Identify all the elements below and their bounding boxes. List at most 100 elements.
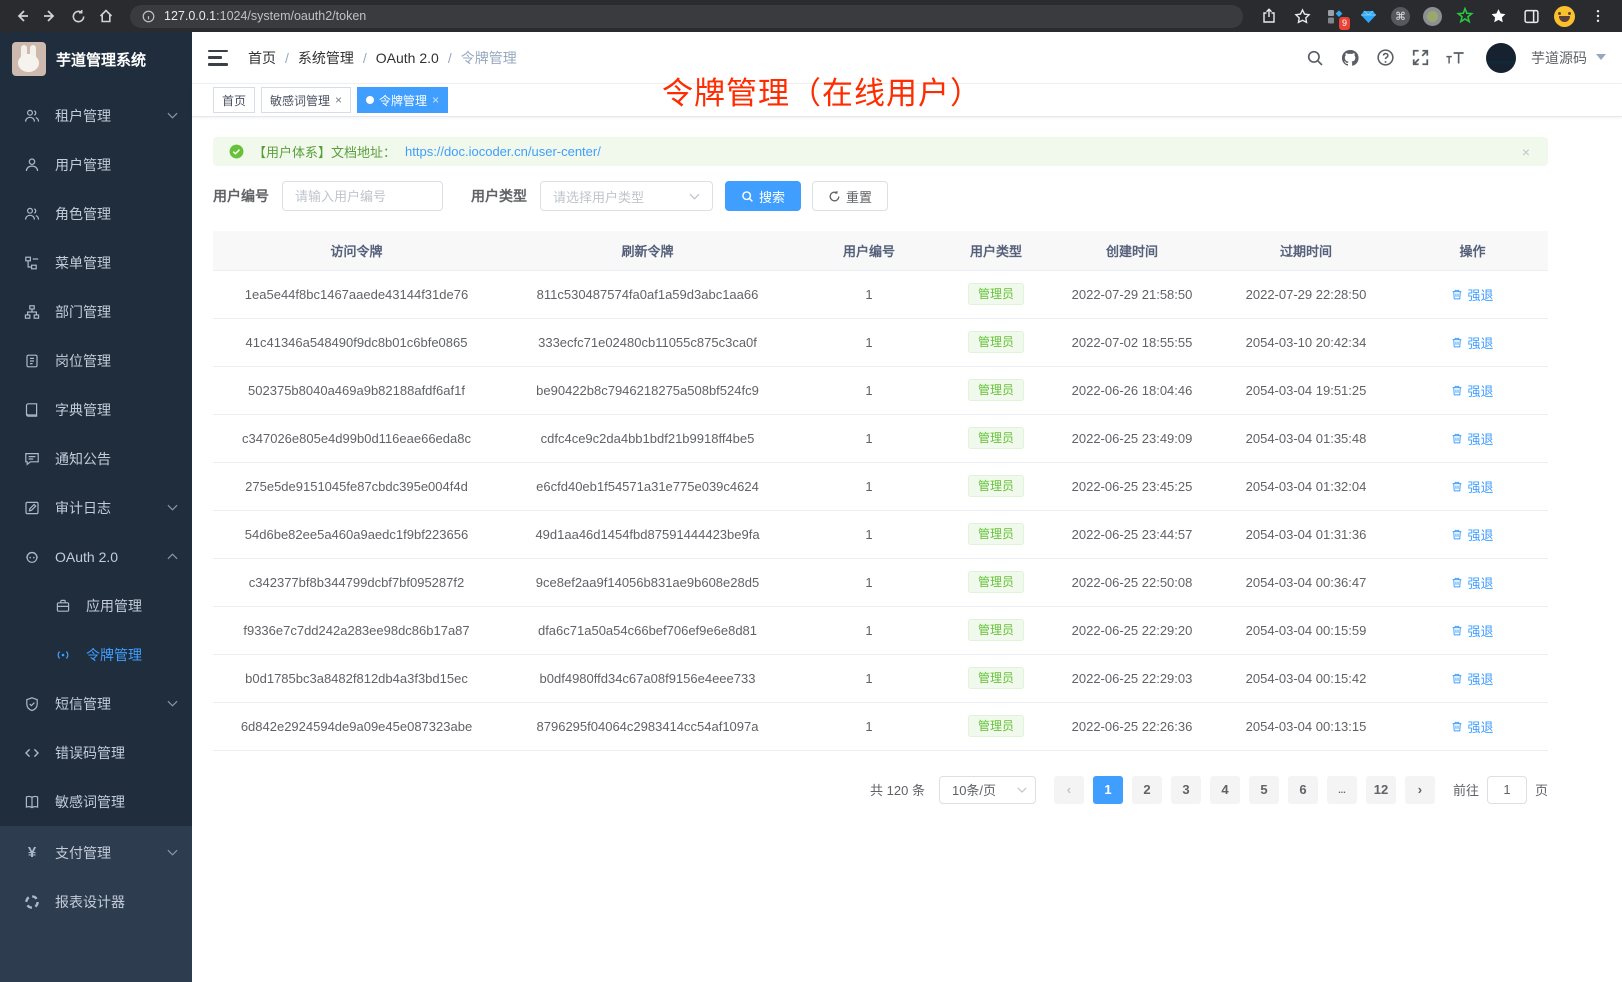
sidebar-item-14[interactable]: 错误码管理: [0, 728, 192, 777]
user-avatar[interactable]: [1486, 43, 1516, 73]
help-icon[interactable]: [1375, 48, 1395, 68]
tab-close-icon[interactable]: ×: [432, 93, 439, 107]
green-star-extension-icon[interactable]: [1455, 6, 1475, 26]
next-page-button[interactable]: ›: [1405, 776, 1435, 804]
force-logout-button[interactable]: 强退: [1451, 333, 1493, 352]
sidebar-item-9[interactable]: 审计日志: [0, 483, 192, 532]
created-cell: 2022-06-25 23:45:25: [1049, 462, 1215, 510]
sidebar-item-13[interactable]: 短信管理: [0, 679, 192, 728]
user-type-select[interactable]: 请选择用户类型: [540, 181, 713, 211]
page-button-6[interactable]: 6: [1288, 776, 1318, 804]
command-extension-icon[interactable]: ⌘: [1391, 7, 1410, 26]
browser-home-icon[interactable]: [94, 4, 118, 28]
username[interactable]: 芋道源码: [1531, 48, 1587, 68]
access-cell: 1ea5e44f8bc1467aaede43144f31de76: [213, 270, 500, 318]
menu-icon: [23, 255, 41, 271]
user_type-cell: 管理员: [943, 462, 1049, 510]
sidebar-item-11[interactable]: 应用管理: [0, 581, 192, 630]
share-icon[interactable]: [1259, 6, 1279, 26]
sidebar-item-3[interactable]: 角色管理: [0, 189, 192, 238]
address-bar[interactable]: 127.0.0.1:1024/system/oauth2/token: [130, 5, 1243, 28]
force-logout-button[interactable]: 强退: [1451, 717, 1493, 736]
tab-3[interactable]: 令牌管理×: [357, 87, 448, 113]
access-cell: c342377bf8b344799dcbf7bf095287f2: [213, 558, 500, 606]
force-logout-button[interactable]: 强退: [1451, 285, 1493, 304]
browser-forward-icon[interactable]: [38, 4, 62, 28]
app-logo-row[interactable]: 芋道管理系统: [0, 32, 192, 86]
goto-page-input[interactable]: [1487, 776, 1527, 804]
sidebar-item-16[interactable]: ¥支付管理: [0, 828, 192, 877]
side-panel-icon[interactable]: [1521, 6, 1541, 26]
breadcrumb-oauth[interactable]: OAuth 2.0: [376, 50, 439, 66]
page-button-2[interactable]: 2: [1132, 776, 1162, 804]
expired-cell: 2022-07-29 22:28:50: [1215, 270, 1397, 318]
action-cell: 强退: [1397, 414, 1548, 462]
breadcrumb-home[interactable]: 首页: [248, 48, 276, 68]
sidebar-toggle-icon[interactable]: [208, 50, 228, 66]
page-button-4[interactable]: 4: [1210, 776, 1240, 804]
browser-reload-icon[interactable]: [66, 4, 90, 28]
profile-avatar-emoji[interactable]: [1554, 6, 1575, 27]
force-logout-button[interactable]: 强退: [1451, 525, 1493, 544]
reset-button[interactable]: 重置: [812, 181, 888, 211]
fullscreen-icon[interactable]: [1410, 48, 1430, 68]
sidebar-item-1[interactable]: 租户管理: [0, 91, 192, 140]
github-icon[interactable]: [1340, 48, 1360, 68]
extension-blocks-icon[interactable]: 9: [1325, 6, 1345, 26]
alert-close-icon[interactable]: ×: [1522, 144, 1530, 160]
site-info-icon[interactable]: [142, 10, 155, 23]
sidebar-item-4[interactable]: 菜单管理: [0, 238, 192, 287]
action-cell: 强退: [1397, 462, 1548, 510]
sidebar-item-label: 敏感词管理: [55, 792, 178, 812]
tab-close-icon[interactable]: ×: [335, 93, 342, 107]
user_id-cell: 1: [795, 414, 943, 462]
created-cell: 2022-06-25 22:29:03: [1049, 654, 1215, 702]
expired-cell: 2054-03-04 00:13:15: [1215, 702, 1397, 750]
sidebar-item-10[interactable]: OAuth 2.0: [0, 532, 192, 581]
breadcrumb: 首页/ 系统管理/ OAuth 2.0/ 令牌管理: [248, 48, 517, 68]
tab-2[interactable]: 敏感词管理×: [261, 87, 351, 113]
alert-doc-link[interactable]: https://doc.iocoder.cn/user-center/: [405, 144, 601, 159]
user-type-tag: 管理员: [968, 715, 1024, 737]
user_type-cell: 管理员: [943, 654, 1049, 702]
page-button-5[interactable]: 5: [1249, 776, 1279, 804]
force-logout-button[interactable]: 强退: [1451, 669, 1493, 688]
search-button[interactable]: 搜索: [725, 181, 801, 211]
force-logout-button[interactable]: 强退: [1451, 477, 1493, 496]
total-count: 共 120 条: [870, 780, 925, 799]
record-extension-icon[interactable]: [1423, 7, 1442, 26]
sidebar-item-12[interactable]: 令牌管理: [0, 630, 192, 679]
force-logout-button[interactable]: 强退: [1451, 621, 1493, 640]
page-button-3[interactable]: 3: [1171, 776, 1201, 804]
sidebar-item-5[interactable]: 部门管理: [0, 287, 192, 336]
user-id-input[interactable]: [282, 181, 443, 211]
chrome-menu-icon[interactable]: [1588, 6, 1608, 26]
prev-page-button[interactable]: ‹: [1054, 776, 1084, 804]
page-size-select[interactable]: 10条/页: [939, 776, 1036, 804]
browser-back-icon[interactable]: [10, 4, 34, 28]
sidebar-item-7[interactable]: 字典管理: [0, 385, 192, 434]
font-size-icon[interactable]: [1445, 48, 1465, 68]
sidebar-item-2[interactable]: 用户管理: [0, 140, 192, 189]
tab-1[interactable]: 首页: [213, 87, 255, 113]
more-pages-button[interactable]: ...: [1327, 776, 1357, 804]
white-star-extension-icon[interactable]: [1488, 6, 1508, 26]
force-logout-button[interactable]: 强退: [1451, 429, 1493, 448]
table-row: 1ea5e44f8bc1467aaede43144f31de76811c5304…: [213, 270, 1548, 318]
gem-extension-icon[interactable]: [1358, 6, 1378, 26]
content: 【用户体系】文档地址： https://doc.iocoder.cn/user-…: [192, 117, 1548, 804]
breadcrumb-system[interactable]: 系统管理: [298, 48, 354, 68]
user-caret-down-icon[interactable]: [1596, 54, 1606, 61]
sidebar-item-6[interactable]: 岗位管理: [0, 336, 192, 385]
force-logout-button[interactable]: 强退: [1451, 381, 1493, 400]
sidebar-item-15[interactable]: 敏感词管理: [0, 777, 192, 826]
search-icon[interactable]: [1305, 48, 1325, 68]
sidebar-item-17[interactable]: 报表设计器: [0, 877, 192, 926]
sidebar-item-label: 应用管理: [86, 596, 178, 616]
force-logout-button[interactable]: 强退: [1451, 573, 1493, 592]
sidebar-item-8[interactable]: 通知公告: [0, 434, 192, 483]
bookmark-star-icon[interactable]: [1292, 6, 1312, 26]
user_type-cell: 管理员: [943, 318, 1049, 366]
page-button-1[interactable]: 1: [1093, 776, 1123, 804]
page-button-12[interactable]: 12: [1366, 776, 1396, 804]
